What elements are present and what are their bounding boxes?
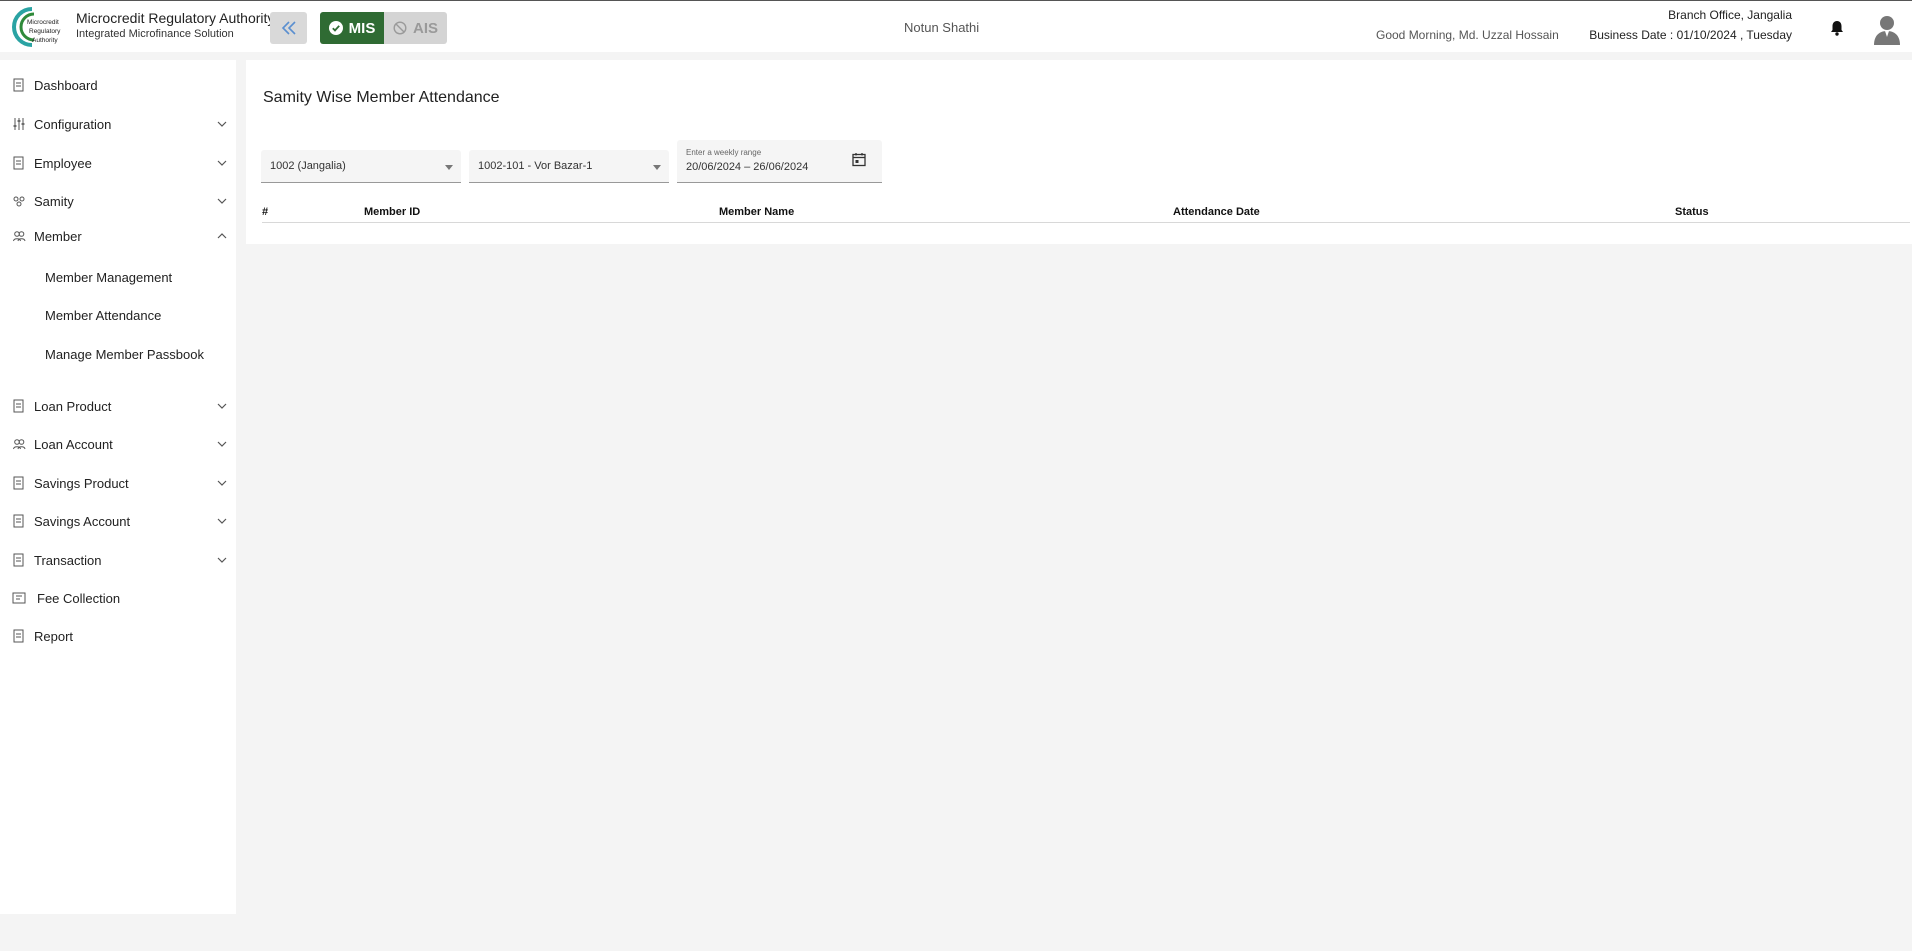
block-icon bbox=[393, 21, 407, 35]
sidebar-item-label: Dashboard bbox=[34, 77, 98, 93]
page-title: Samity Wise Member Attendance bbox=[263, 89, 500, 106]
branch-select[interactable]: 1002 (Jangalia) bbox=[261, 150, 461, 183]
user-avatar-icon[interactable] bbox=[1872, 13, 1902, 45]
sidebar-item-loan-product[interactable]: Loan Product bbox=[0, 391, 236, 421]
sidebar-item-label: Loan Product bbox=[34, 398, 112, 414]
sidebar-subitem-member-attendance[interactable]: Member Attendance bbox=[0, 300, 236, 330]
user-greeting: Good Morning, Md. Uzzal Hossain bbox=[1376, 28, 1559, 42]
sidebar-subitem-label: Member Management bbox=[45, 269, 173, 285]
sidebar-item-label: Member bbox=[34, 228, 82, 244]
members-icon bbox=[13, 439, 26, 450]
notification-bell-icon[interactable] bbox=[1828, 19, 1846, 37]
dropdown-arrow-icon bbox=[653, 165, 661, 170]
document-icon bbox=[13, 553, 24, 567]
module-switch: MIS AIS bbox=[320, 12, 447, 44]
members-icon bbox=[13, 231, 26, 242]
sidebar-subitem-manage-member-passbook[interactable]: Manage Member Passbook bbox=[0, 339, 236, 369]
sidebar-item-label: Transaction bbox=[34, 552, 102, 568]
column-header-attendance-date[interactable]: Attendance Date bbox=[1173, 206, 1260, 218]
mis-mode-button[interactable]: MIS bbox=[320, 12, 384, 44]
document-icon bbox=[13, 78, 24, 92]
sidebar-item-dashboard[interactable]: Dashboard bbox=[0, 70, 236, 100]
sidebar-item-label: Configuration bbox=[34, 116, 112, 132]
branch-select-value: 1002 (Jangalia) bbox=[270, 160, 346, 172]
chevron-down-icon bbox=[217, 198, 227, 204]
ais-mode-label: AIS bbox=[412, 19, 438, 37]
business-date: Business Date : 01/10/2024 , Tuesday bbox=[1589, 28, 1792, 42]
sidebar-item-configuration[interactable]: Configuration bbox=[0, 109, 236, 139]
ais-mode-button[interactable]: AIS bbox=[384, 12, 447, 44]
sidebar-item-savings-product[interactable]: Savings Product bbox=[0, 468, 236, 498]
sidebar-item-label: Loan Account bbox=[34, 436, 113, 452]
branch-office: Branch Office, Jangalia bbox=[1668, 8, 1792, 22]
logo-text-line-3: Authority bbox=[32, 37, 58, 44]
sidebar-item-transaction[interactable]: Transaction bbox=[0, 545, 236, 575]
sidebar-item-member[interactable]: Member bbox=[0, 221, 236, 251]
sidebar-item-loan-account[interactable]: Loan Account bbox=[0, 429, 236, 459]
sidebar-item-employee[interactable]: Employee bbox=[0, 148, 236, 178]
document-icon bbox=[13, 156, 24, 170]
top-header: Microcredit Regulatory Authority Microcr… bbox=[0, 0, 1912, 52]
attendance-table-header: # Member ID Member Name Attendance Date … bbox=[262, 203, 1910, 223]
column-header-member-name[interactable]: Member Name bbox=[719, 206, 794, 218]
chevron-down-icon bbox=[217, 518, 227, 524]
sidebar-subitem-label: Manage Member Passbook bbox=[45, 346, 204, 362]
brand-subtitle: Integrated Microfinance Solution bbox=[76, 28, 234, 40]
column-header-member-id[interactable]: Member ID bbox=[364, 206, 420, 218]
double-chevron-left-icon bbox=[281, 21, 296, 35]
document-icon bbox=[13, 629, 24, 643]
chevron-up-icon bbox=[217, 233, 227, 239]
logo-text-line-1: Microcredit bbox=[27, 19, 59, 26]
collapse-sidebar-button[interactable] bbox=[270, 12, 307, 44]
sidebar-item-label: Samity bbox=[34, 193, 74, 209]
check-circle-icon bbox=[328, 21, 343, 35]
sidebar-subitem-label: Member Attendance bbox=[45, 307, 162, 323]
group-icon bbox=[13, 196, 25, 207]
sidebar-item-label: Savings Product bbox=[34, 475, 129, 491]
logo-text-line-2: Regulatory bbox=[29, 28, 61, 35]
sliders-icon bbox=[13, 118, 25, 130]
chevron-down-icon bbox=[217, 403, 227, 409]
organization-name: Notun Shathi bbox=[904, 20, 980, 35]
column-header-status[interactable]: Status bbox=[1675, 206, 1709, 218]
mra-logo: Microcredit Regulatory Authority bbox=[10, 5, 68, 49]
weekly-range-picker[interactable]: Enter a weekly range 20/06/2024 – 26/06/… bbox=[677, 140, 882, 183]
receipt-icon bbox=[12, 592, 26, 604]
samity-select-value: 1002-101 - Vor Bazar-1 bbox=[478, 160, 593, 172]
dropdown-arrow-icon bbox=[445, 165, 453, 170]
sidebar-subitem-member-management[interactable]: Member Management bbox=[0, 262, 236, 292]
document-icon bbox=[13, 399, 24, 413]
calendar-icon[interactable] bbox=[852, 152, 866, 167]
samity-select[interactable]: 1002-101 - Vor Bazar-1 bbox=[469, 150, 669, 183]
mis-mode-label: MIS bbox=[348, 19, 376, 37]
chevron-down-icon bbox=[217, 160, 227, 166]
chevron-down-icon bbox=[217, 121, 227, 127]
sidebar-item-samity[interactable]: Samity bbox=[0, 186, 236, 216]
chevron-down-icon bbox=[217, 480, 227, 486]
document-icon bbox=[13, 514, 24, 528]
date-range-label: Enter a weekly range bbox=[686, 148, 762, 157]
sidebar-item-label: Savings Account bbox=[34, 513, 131, 529]
sidebar-item-report[interactable]: Report bbox=[0, 621, 236, 651]
sidebar-item-label: Fee Collection bbox=[37, 590, 121, 606]
sidebar: Dashboard Configuration Employee Samity … bbox=[0, 60, 236, 914]
main-panel: Samity Wise Member Attendance 1002 (Jang… bbox=[246, 60, 1912, 244]
sidebar-item-label: Report bbox=[34, 628, 74, 644]
document-icon bbox=[13, 476, 24, 490]
date-range-value: 20/06/2024 – 26/06/2024 bbox=[686, 161, 809, 173]
sidebar-item-fee-collection[interactable]: Fee Collection bbox=[0, 583, 236, 613]
sidebar-item-savings-account[interactable]: Savings Account bbox=[0, 506, 236, 536]
brand-title: Microcredit Regulatory Authority bbox=[76, 10, 275, 26]
chevron-down-icon bbox=[217, 557, 227, 563]
sidebar-item-label: Employee bbox=[34, 155, 92, 171]
column-header-index[interactable]: # bbox=[262, 206, 268, 218]
chevron-down-icon bbox=[217, 441, 227, 447]
